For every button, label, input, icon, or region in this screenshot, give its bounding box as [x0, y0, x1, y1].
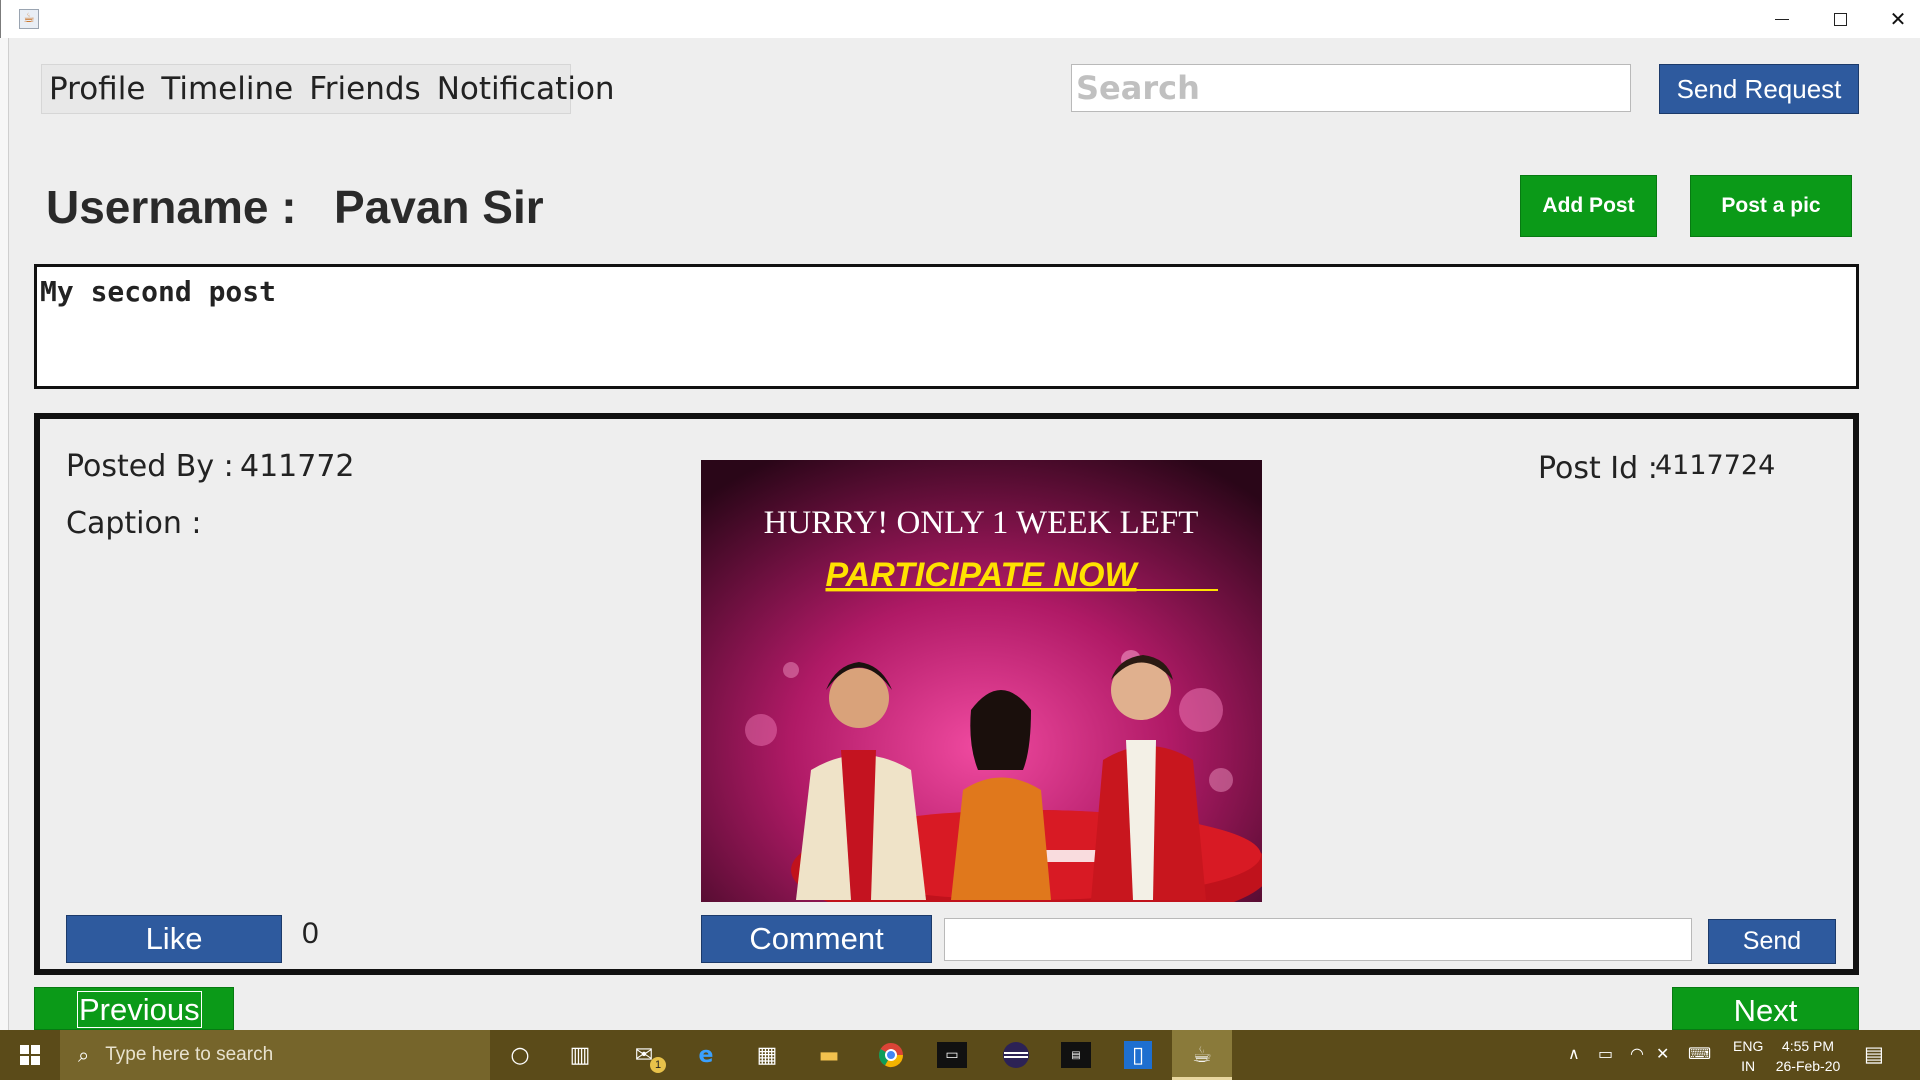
minimize-button[interactable]: [1753, 0, 1811, 38]
chrome-icon[interactable]: [875, 1040, 907, 1070]
username-value: Pavan Sir: [334, 181, 544, 233]
volume-muted-icon[interactable]: ✕: [1656, 1044, 1669, 1063]
menu-friends[interactable]: Friends: [309, 71, 420, 107]
menu-profile[interactable]: Profile: [49, 71, 145, 107]
maximize-icon: [1833, 12, 1847, 26]
send-comment-button[interactable]: Send: [1708, 919, 1836, 964]
java-icon: ☕: [1192, 1042, 1212, 1068]
keyboard-icon[interactable]: ⌨: [1688, 1044, 1711, 1063]
window-left-edge: [0, 38, 9, 1030]
like-button[interactable]: Like: [66, 915, 282, 963]
notification-icon[interactable]: ▤: [1864, 1042, 1884, 1066]
taskbar-search[interactable]: ⌕ Type here to search: [60, 1030, 490, 1080]
post-id-value: 4117724: [1655, 450, 1776, 481]
terminal-icon[interactable]: ▭: [937, 1042, 967, 1068]
wifi-icon[interactable]: ◠: [1630, 1044, 1644, 1063]
language-code: ENG: [1733, 1038, 1764, 1054]
store-icon[interactable]: ▦: [751, 1040, 783, 1070]
comment-input[interactable]: [944, 918, 1692, 961]
file-explorer-icon[interactable]: ▬: [813, 1040, 845, 1070]
close-button[interactable]: ✕: [1869, 0, 1920, 38]
post-pic-button[interactable]: Post a pic: [1690, 175, 1852, 237]
post-id-label: Post Id :: [1538, 451, 1658, 486]
eclipse-icon[interactable]: [1000, 1040, 1032, 1070]
battery-icon[interactable]: ▭: [1598, 1044, 1613, 1063]
post-image-artwork: HURRY! ONLY 1 WEEK LEFT PARTICIPATE NOW: [701, 460, 1262, 902]
minimize-icon: [1775, 18, 1789, 20]
search-input[interactable]: [1071, 64, 1631, 112]
image-headline: HURRY! ONLY 1 WEEK LEFT: [764, 505, 1199, 541]
tray-chevron-icon[interactable]: ∧: [1568, 1044, 1580, 1063]
caption-label: Caption :: [66, 506, 202, 541]
taskbar: ⌕ Type here to search ○ ▥ ✉ 1 e ▦ ▬ ▭ ▤ …: [0, 1030, 1920, 1080]
send-request-button[interactable]: Send Request: [1659, 64, 1859, 114]
username-label: Username :: [46, 181, 297, 233]
edge-icon[interactable]: e: [690, 1040, 722, 1070]
clock-time: 4:55 PM: [1781, 1038, 1835, 1054]
post-image: HURRY! ONLY 1 WEEK LEFT PARTICIPATE NOW: [701, 460, 1262, 902]
next-button[interactable]: Next: [1672, 987, 1859, 1030]
java-app-icon: ☕: [19, 9, 39, 29]
post-text-area[interactable]: My second post: [34, 264, 1859, 389]
task-view-icon[interactable]: ▥: [564, 1040, 596, 1070]
taskbar-search-text: Type here to search: [105, 1044, 274, 1065]
maximize-button[interactable]: [1811, 0, 1869, 38]
close-icon: ✕: [1889, 7, 1907, 31]
image-cta: PARTICIPATE NOW: [825, 556, 1139, 594]
mysql-icon[interactable]: ▤: [1061, 1042, 1091, 1068]
previous-button[interactable]: Previous: [34, 987, 234, 1030]
menu-bar: Profile Timeline Friends Notification: [41, 64, 615, 114]
posted-by-label: Posted By :: [66, 449, 234, 484]
windows-icon: [20, 1045, 40, 1065]
comment-button[interactable]: Comment: [701, 915, 932, 963]
posted-by-value: 411772: [240, 449, 355, 484]
like-count: 0: [302, 917, 319, 950]
previous-label: Previous: [77, 991, 202, 1028]
language-region: IN: [1741, 1058, 1756, 1074]
window-titlebar: ☕ ✕: [0, 0, 1920, 38]
language-indicator[interactable]: ENG IN: [1733, 1036, 1763, 1076]
java-taskbar-button[interactable]: ☕: [1172, 1030, 1232, 1080]
mail-badge: 1: [650, 1057, 666, 1073]
app-icon[interactable]: ▯: [1124, 1041, 1152, 1069]
cortana-icon[interactable]: ○: [504, 1040, 536, 1070]
menu-timeline[interactable]: Timeline: [161, 71, 293, 107]
clock[interactable]: 4:55 PM 26-Feb-20: [1772, 1036, 1844, 1076]
clock-date: 26-Feb-20: [1775, 1058, 1841, 1074]
add-post-button[interactable]: Add Post: [1520, 175, 1657, 237]
menu-notification[interactable]: Notification: [437, 71, 615, 107]
start-button[interactable]: [0, 1030, 60, 1080]
search-icon: ⌕: [78, 1043, 90, 1067]
